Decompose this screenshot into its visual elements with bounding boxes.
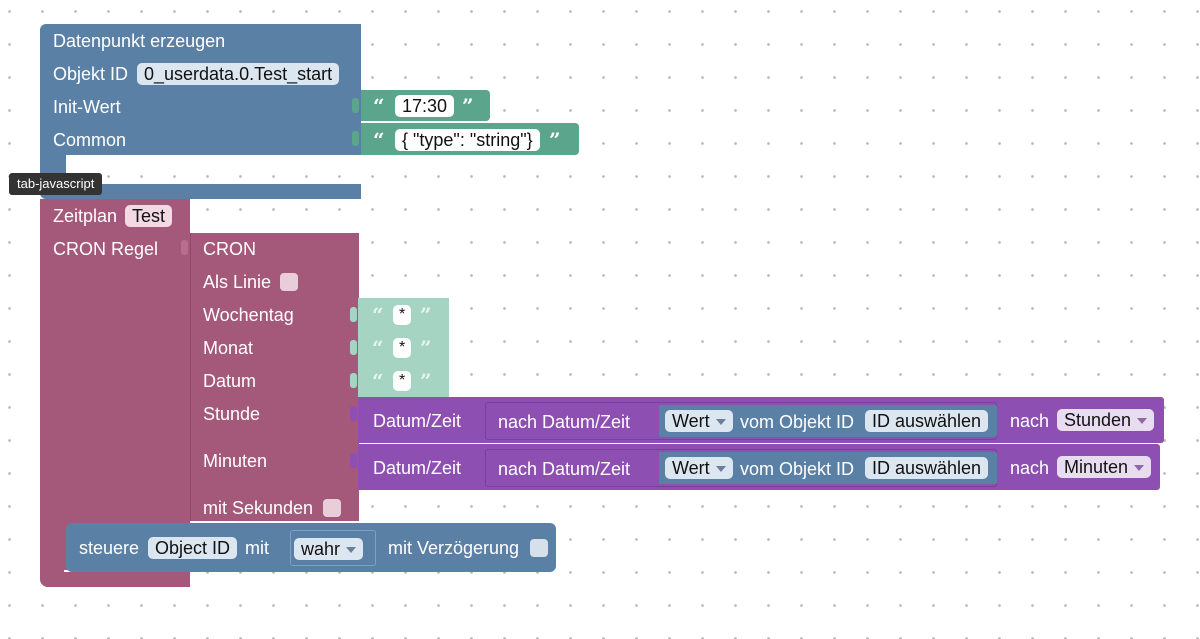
hour-connector [350,406,357,421]
close-quote-icon: ” [420,303,432,327]
open-quote-icon: “ [372,369,384,393]
after-datetime-label: nach Datum/Zeit [498,412,631,432]
hours-unit-dropdown[interactable]: Stunden [1057,409,1155,431]
month-connector [350,340,357,355]
control-value-dropdown[interactable]: wahr [294,538,364,560]
open-quote-icon: “ [373,94,385,118]
delay-label: mit Verzögerung [388,538,520,558]
init-value-connector [352,98,359,113]
from-object-label: vom Objekt ID [740,412,855,432]
control-object-id-field[interactable]: Object ID [148,537,238,559]
create-datapoint-title: Datenpunkt erzeugen [53,31,226,51]
date-label: Datum [203,371,257,391]
with-seconds-label: mit Sekunden [203,498,314,518]
minutes-connector [350,453,357,468]
minutes-label: Minuten [203,451,268,471]
hour-label: Stunde [203,404,261,424]
after-datetime-label: nach Datum/Zeit [498,459,631,479]
weekday-label: Wochentag [203,305,294,325]
as-line-checkbox[interactable] [280,273,298,291]
schedule-label: Zeitplan [53,206,118,226]
date-connector [350,373,357,388]
close-quote-icon: ” [549,128,561,152]
after-label: nach [1010,458,1050,478]
after-label: nach [1010,411,1050,431]
cron-connector [181,240,188,255]
weekday-connector [350,307,357,322]
datetime-minutes-label: Datum/Zeit [373,458,462,478]
from-object-label: vom Objekt ID [740,459,855,479]
month-value-field[interactable]: * [393,338,412,358]
init-value-field[interactable]: 17:30 [395,95,455,117]
delay-checkbox[interactable] [530,539,548,557]
schedule-name-field[interactable]: Test [125,205,173,227]
object-id-field[interactable]: 0_userdata.0.Test_start [137,63,340,85]
month-label: Monat [203,338,254,358]
value-dropdown[interactable]: Wert [665,457,733,479]
cron-rule-label: CRON Regel [53,239,159,259]
init-value-label: Init-Wert [53,97,121,117]
close-quote-icon: ” [420,336,432,360]
tooltip: tab-javascript [9,173,103,195]
control-with-label: mit [245,538,269,558]
control-label: steuere [79,538,140,558]
common-label: Common [53,130,127,150]
cron-title: CRON [203,239,256,259]
select-id-field[interactable]: ID auswählen [865,457,989,479]
weekday-value-field[interactable]: * [393,305,412,325]
as-line-label: Als Linie [203,272,272,292]
common-value-field[interactable]: { "type": "string"} [395,129,540,151]
open-quote-icon: “ [372,303,384,327]
close-quote-icon: ” [462,94,474,118]
object-id-label: Objekt ID [53,64,129,84]
select-id-field[interactable]: ID auswählen [865,410,989,432]
common-connector [352,131,359,146]
date-value-field[interactable]: * [393,371,412,391]
close-quote-icon: ” [420,369,432,393]
datetime-hours-label: Datum/Zeit [373,411,462,431]
open-quote-icon: “ [373,128,385,152]
value-dropdown[interactable]: Wert [665,410,733,432]
with-seconds-checkbox[interactable] [323,499,341,517]
open-quote-icon: “ [372,336,384,360]
minutes-unit-dropdown[interactable]: Minuten [1057,456,1152,478]
